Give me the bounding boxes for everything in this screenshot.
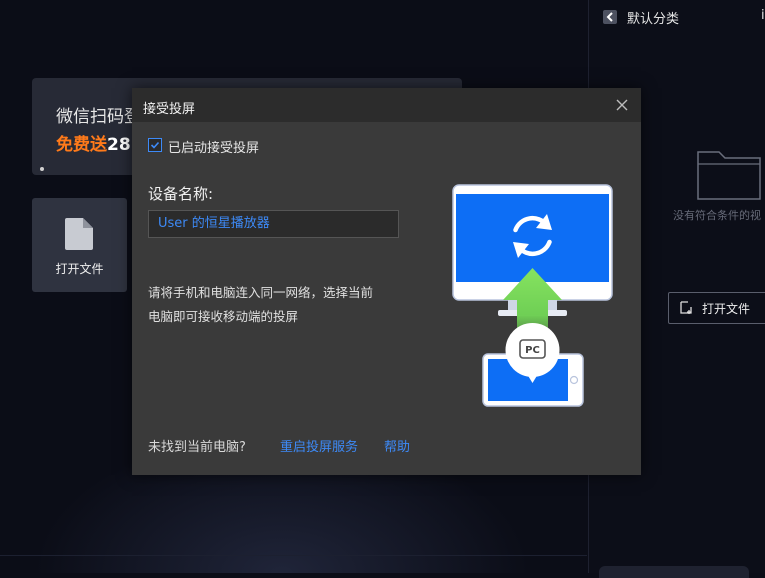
folder-icon — [697, 151, 761, 200]
instructions-text: 请将手机和电脑连入同一网络，选择当前 电脑即可接收移动端的投屏 — [148, 281, 418, 329]
open-file-button[interactable]: 打开文件 — [668, 292, 765, 324]
banner-title: 微信扫码登 — [56, 107, 141, 127]
help-link[interactable]: 帮助 — [384, 436, 410, 455]
close-icon[interactable] — [614, 97, 630, 113]
screen-cast-dialog: 接受投屏 已启动接受投屏 设备名称: User 的恒星播放器 请将手机和电脑连入… — [132, 88, 641, 475]
open-file-tile-label: 打开文件 — [55, 262, 104, 276]
enable-cast-checkbox[interactable] — [148, 138, 162, 152]
chevron-left-icon — [606, 12, 613, 22]
open-file-tile[interactable]: 打开文件 — [32, 198, 127, 292]
cast-illustration: PC — [452, 184, 613, 407]
banner-promo-number: 28 — [107, 135, 131, 155]
pc-badge-label: PC — [525, 345, 540, 356]
check-icon — [150, 141, 160, 149]
banner-page-dot[interactable] — [40, 167, 44, 171]
file-icon — [65, 218, 93, 250]
bottom-tab[interactable] — [599, 566, 749, 578]
instructions-line-2: 电脑即可接收移动端的投屏 — [148, 309, 299, 324]
device-name-field[interactable]: User 的恒星播放器 — [148, 210, 399, 238]
empty-state-text: 没有符合条件的视 — [673, 209, 761, 222]
enable-cast-label: 已启动接受投屏 — [168, 141, 260, 156]
open-file-button-label: 打开文件 — [702, 302, 751, 316]
back-button[interactable] — [603, 10, 617, 24]
banner-promo-text: 免费送 — [56, 135, 107, 155]
banner-promo: 免费送28 — [56, 130, 131, 155]
restart-service-link[interactable]: 重启投屏服务 — [280, 436, 358, 455]
divider — [0, 555, 587, 556]
instructions-line-1: 请将手机和电脑连入同一网络，选择当前 — [148, 285, 374, 300]
device-name-label: 设备名称: — [148, 185, 214, 203]
dialog-header: 接受投屏 — [132, 88, 641, 122]
dialog-title: 接受投屏 — [143, 102, 196, 117]
category-extra[interactable]: i — [761, 8, 765, 23]
not-found-text: 未找到当前电脑? — [148, 440, 246, 455]
add-file-icon — [680, 301, 692, 314]
category-title: 默认分类 — [627, 12, 680, 27]
